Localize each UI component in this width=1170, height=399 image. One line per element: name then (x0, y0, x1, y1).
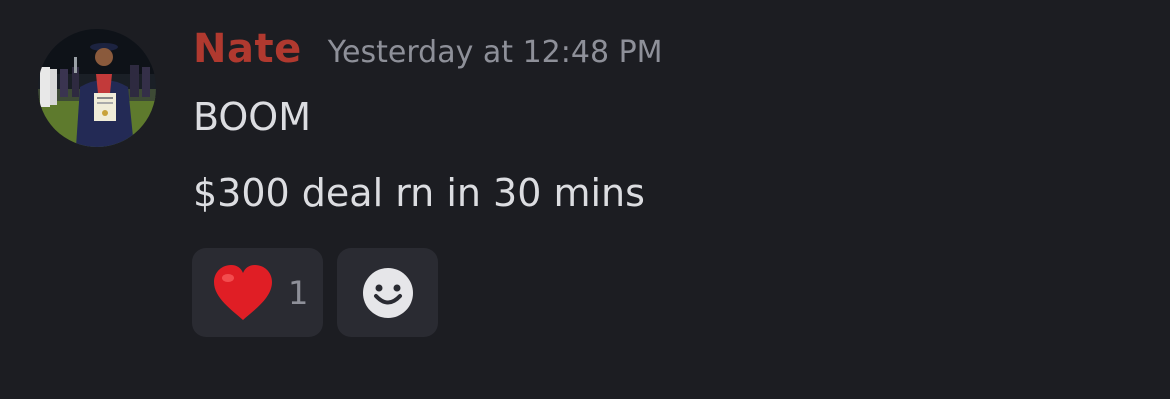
username[interactable]: Nate (193, 26, 302, 72)
avatar[interactable] (38, 29, 156, 147)
heart-reaction-button[interactable]: 1 (192, 248, 323, 337)
heart-icon (214, 264, 272, 320)
timestamp: Yesterday at 12:48 PM (327, 35, 663, 70)
chat-message: Nate Yesterday at 12:48 PM BOOM $300 dea… (0, 0, 1170, 399)
add-reaction-icon (362, 267, 413, 318)
message-header: Nate Yesterday at 12:48 PM (193, 26, 663, 72)
add-reaction-button[interactable] (337, 248, 438, 337)
message-text-line: BOOM (193, 95, 312, 139)
reactions-bar: 1 (192, 248, 438, 337)
reaction-count: 1 (288, 273, 309, 312)
message-text-line: $300 deal rn in 30 mins (193, 171, 645, 215)
avatar-photo (38, 29, 156, 147)
